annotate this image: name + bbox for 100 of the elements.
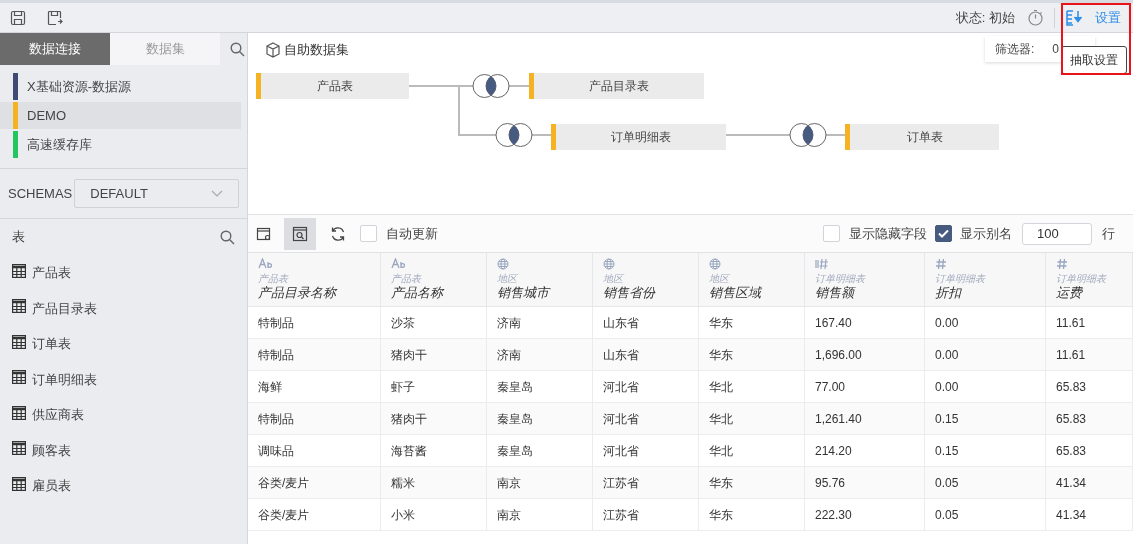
filter-label: 筛选器:	[995, 41, 1035, 58]
table-cell: 海鲜	[248, 371, 381, 402]
preview-button[interactable]	[284, 217, 316, 250]
table-cell: 河北省	[593, 403, 699, 434]
table-cell: 41.34	[1046, 499, 1133, 530]
table-cell: 山东省	[593, 339, 699, 370]
table-cell: 猪肉干	[381, 403, 487, 434]
extract-data-icon[interactable]	[1065, 8, 1083, 27]
save-icon[interactable]	[10, 9, 26, 26]
table-cell: 1,261.40	[805, 403, 925, 434]
data-source-item[interactable]: X基础资源-数据源	[0, 73, 241, 100]
column-name: 销售额	[815, 285, 857, 301]
table-cell: 65.83	[1046, 403, 1133, 434]
table-item[interactable]: 顾客表	[0, 432, 247, 468]
table-item[interactable]: 产品目录表	[0, 290, 247, 326]
connector-line	[825, 134, 846, 136]
source-name: X基础资源-数据源	[27, 77, 131, 96]
hash-icon	[935, 257, 947, 270]
table-item[interactable]: 供应商表	[0, 397, 247, 433]
refresh-icon[interactable]	[330, 225, 346, 242]
connector-line	[725, 134, 791, 136]
save-as-icon[interactable]	[47, 9, 63, 26]
search-icon[interactable]	[230, 41, 245, 57]
table-node[interactable]: 产品表	[256, 73, 409, 99]
source-name: 高速缓存库	[27, 135, 92, 154]
checkbox[interactable]	[935, 225, 952, 242]
measure-type-icon	[815, 257, 829, 270]
tables-title: 表	[12, 228, 26, 247]
table-cell: 65.83	[1046, 435, 1133, 466]
table-cell: 华北	[699, 403, 805, 434]
table-cell: 华北	[699, 371, 805, 402]
table-cell: 调味品	[248, 435, 381, 466]
inner-join-icon[interactable]	[789, 123, 827, 147]
column-header[interactable]: 地区 销售省份	[593, 253, 699, 306]
search-icon[interactable]	[220, 229, 235, 245]
column-source: 产品表	[391, 272, 423, 285]
globe-icon	[603, 257, 615, 270]
column-source: 产品表	[258, 272, 290, 285]
table-node[interactable]: 产品目录表	[529, 73, 704, 99]
column-header[interactable]: 地区 销售城市	[487, 253, 593, 306]
column-name: 产品名称	[391, 285, 446, 301]
table-cell: 秦皇岛	[487, 371, 593, 402]
column-header[interactable]: 订单明细表 折扣	[925, 253, 1046, 306]
table-cell: 江苏省	[593, 467, 699, 498]
table-cell: 特制品	[248, 339, 381, 370]
table-cell: 77.00	[805, 371, 925, 402]
table-icon	[12, 405, 26, 420]
column-header[interactable]: 订单明细表 运费	[1046, 253, 1133, 306]
column-source: 订单明细表	[815, 272, 867, 285]
table-cell: 河北省	[593, 371, 699, 402]
table-cell: 虾子	[381, 371, 487, 402]
inner-join-icon[interactable]	[472, 74, 510, 98]
table-icon	[12, 441, 26, 456]
column-header[interactable]: 订单明细表 销售额	[805, 253, 925, 306]
table-cell: 华东	[699, 339, 805, 370]
table-icon	[12, 370, 26, 385]
connector-line	[508, 85, 530, 87]
row-count-field[interactable]: 100	[1022, 222, 1092, 245]
table-cell: 秦皇岛	[487, 435, 593, 466]
table-cell: 11.61	[1046, 339, 1133, 370]
field-settings-icon[interactable]	[256, 225, 272, 242]
globe-icon	[709, 257, 721, 270]
table-cell: 南京	[487, 467, 593, 498]
column-header[interactable]: 产品表 产品名称	[381, 253, 487, 306]
inner-join-icon[interactable]	[495, 123, 533, 147]
table-node[interactable]: 订单明细表	[551, 124, 726, 150]
table-cell: 0.00	[925, 371, 1046, 402]
table-cell: 小米	[381, 499, 487, 530]
table-cell: 0.15	[925, 403, 1046, 434]
column-header[interactable]: 地区 销售区域	[699, 253, 805, 306]
column-source: 地区	[497, 272, 519, 285]
show-hidden-label: 显示隐藏字段	[849, 224, 927, 243]
table-cell: 1,696.00	[805, 339, 925, 370]
table-item[interactable]: 雇员表	[0, 468, 247, 504]
data-source-item[interactable]: DEMO	[0, 102, 241, 129]
timer-icon[interactable]	[1027, 9, 1044, 26]
table-cell: 沙茶	[381, 307, 487, 338]
schema-select[interactable]: DEFAULT	[74, 179, 239, 208]
table-cell: 猪肉干	[381, 339, 487, 370]
table-cell: 41.34	[1046, 467, 1133, 498]
table-cell: 167.40	[805, 307, 925, 338]
table-node[interactable]: 订单表	[845, 124, 999, 150]
table-item[interactable]: 产品表	[0, 255, 247, 291]
table-cell: 谷类/麦片	[248, 499, 381, 530]
schemas-label: SCHEMAS	[8, 184, 73, 203]
column-name: 运费	[1056, 285, 1084, 301]
table-cell: 0.05	[925, 499, 1046, 530]
column-header[interactable]: 产品表 产品目录名称	[248, 253, 381, 306]
connector-line	[531, 134, 552, 136]
table-cell: 秦皇岛	[487, 403, 593, 434]
data-source-item[interactable]: 高速缓存库	[0, 131, 241, 158]
table-cell: 222.30	[805, 499, 925, 530]
column-source: 订单明细表	[1056, 272, 1108, 285]
column-source: 订单明细表	[935, 272, 987, 285]
table-item[interactable]: 订单明细表	[0, 361, 247, 397]
table-cell: 华东	[699, 307, 805, 338]
filter-value: 0	[1052, 41, 1060, 58]
tab[interactable]: 数据连接	[0, 33, 110, 65]
table-item[interactable]: 订单表	[0, 326, 247, 362]
column-name: 销售区域	[709, 285, 763, 301]
